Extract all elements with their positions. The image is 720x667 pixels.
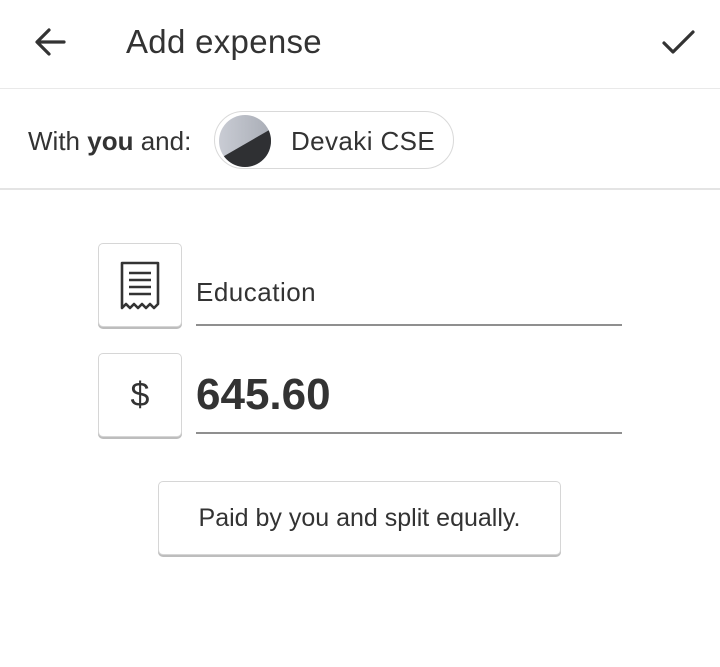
you-text: you xyxy=(87,126,134,156)
with-text: With xyxy=(28,126,80,156)
avatar xyxy=(219,115,271,167)
description-field xyxy=(196,262,622,326)
split-options-button[interactable]: Paid by you and split equally. xyxy=(158,481,561,555)
back-button[interactable] xyxy=(28,22,72,62)
save-button[interactable] xyxy=(656,22,700,62)
receipt-icon xyxy=(120,261,160,310)
check-icon xyxy=(662,30,695,54)
amount-field xyxy=(196,360,622,434)
participants-row: With you and: Devaki CSE xyxy=(0,89,720,188)
participant-name: Devaki CSE xyxy=(291,126,436,156)
currency-symbol: $ xyxy=(130,376,150,414)
description-input[interactable] xyxy=(196,262,622,322)
currency-button[interactable]: $ xyxy=(98,353,182,437)
amount-input[interactable] xyxy=(196,360,622,430)
participants-divider xyxy=(0,188,720,190)
category-button[interactable] xyxy=(98,243,182,327)
participant-chip[interactable]: Devaki CSE xyxy=(214,111,454,169)
top-app-bar: Add expense xyxy=(0,0,720,88)
arrow-left-icon xyxy=(35,28,66,56)
participants-label: With you and: xyxy=(28,125,191,157)
page-title: Add expense xyxy=(126,23,322,60)
and-text: and: xyxy=(140,126,192,156)
